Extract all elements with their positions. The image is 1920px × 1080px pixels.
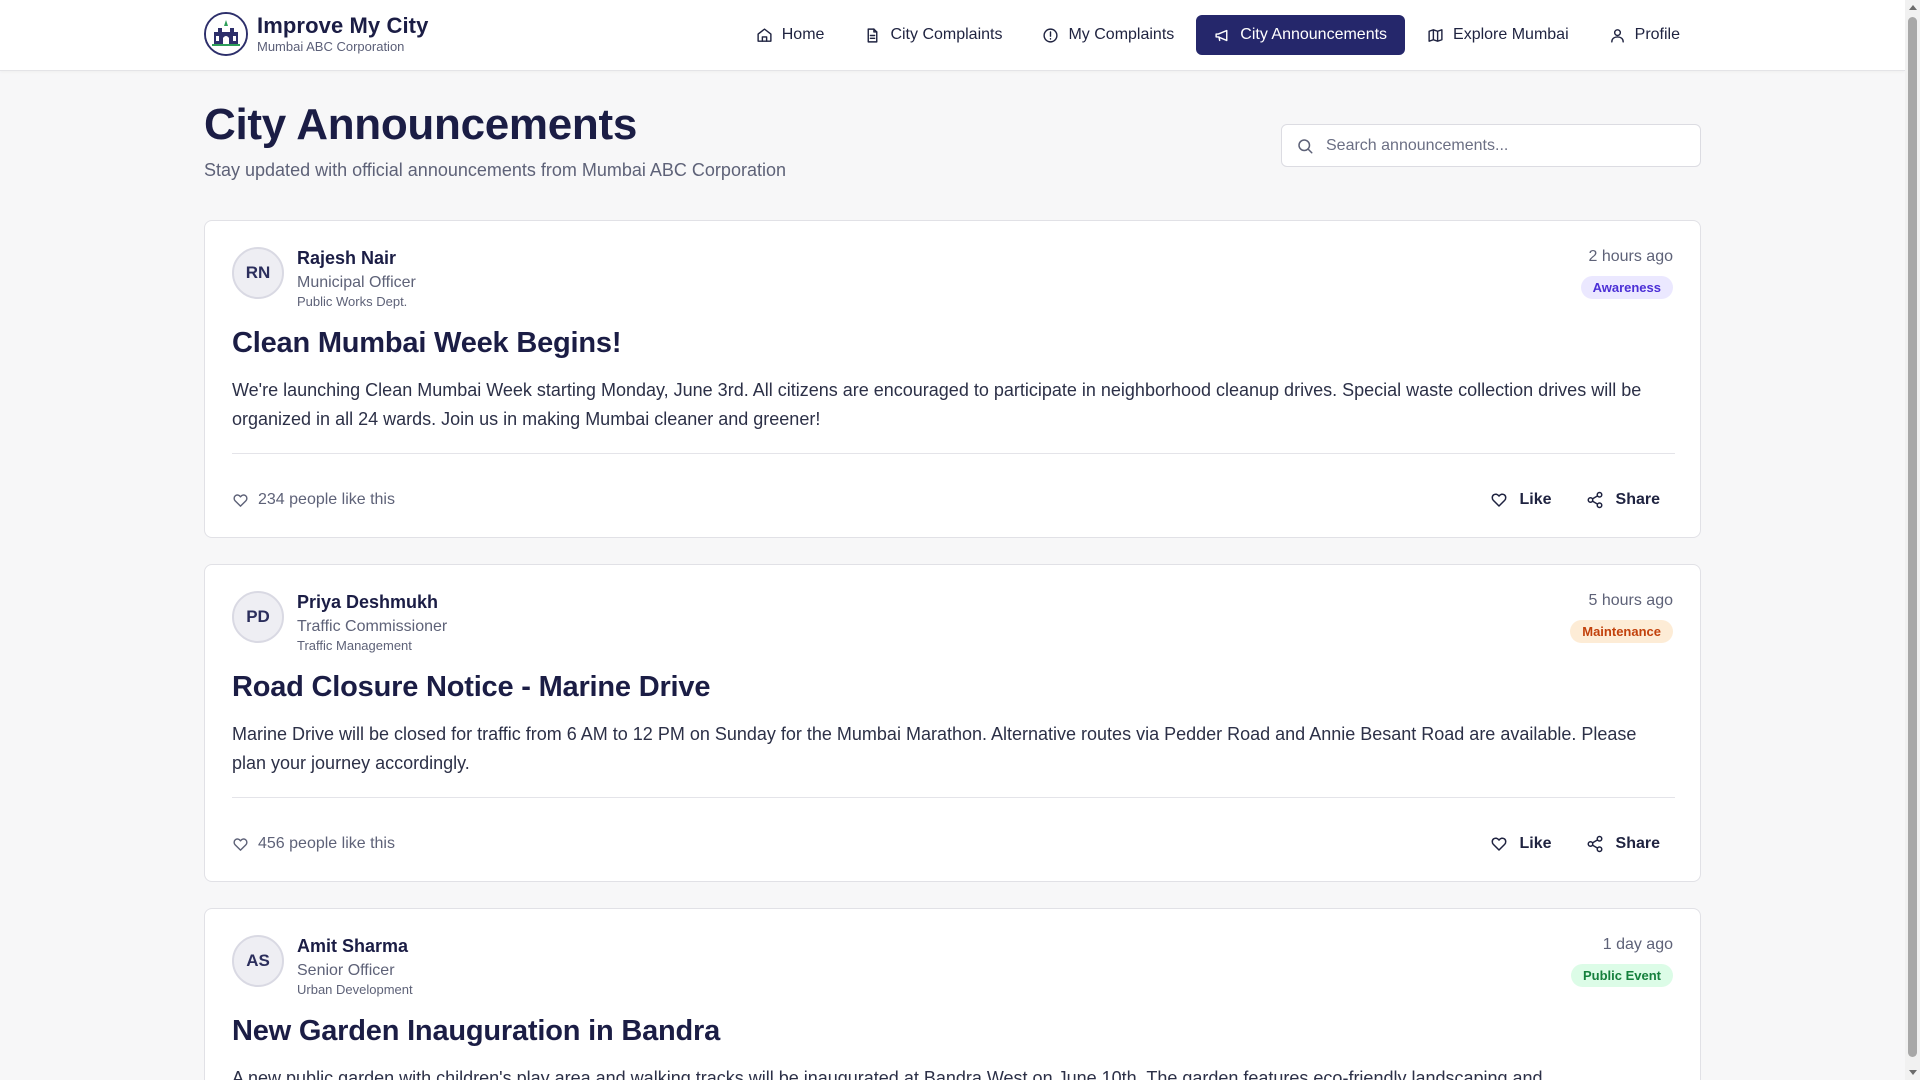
search-box bbox=[1281, 124, 1701, 167]
likes-count: 456 people like this bbox=[232, 835, 395, 853]
announcement-title: Road Closure Notice - Marine Drive bbox=[232, 671, 711, 703]
avatar: RN bbox=[232, 247, 284, 299]
page-scrollbar[interactable] bbox=[1905, 0, 1920, 1080]
announcement-card: RN Rajesh Nair Municipal Officer Public … bbox=[204, 220, 1701, 538]
likes-text: 234 people like this bbox=[258, 491, 395, 508]
divider bbox=[232, 453, 1675, 454]
home-icon bbox=[757, 27, 772, 42]
city-logo-icon bbox=[204, 12, 248, 56]
category-badge: Public Event bbox=[1570, 964, 1673, 987]
like-button[interactable]: Like bbox=[1477, 824, 1565, 864]
nav-city-complaints-label: City Complaints bbox=[890, 26, 1003, 43]
author-department: Public Works Dept. bbox=[297, 294, 408, 309]
document-icon bbox=[867, 27, 878, 43]
category-badge: Awareness bbox=[1580, 276, 1673, 299]
nav-explore-mumbai-label: Explore Mumbai bbox=[1453, 26, 1569, 43]
author-role: Senior Officer bbox=[297, 962, 395, 979]
app-title: Improve My City bbox=[257, 13, 429, 38]
announcement-card: AS Amit Sharma Senior Officer Urban Deve… bbox=[204, 908, 1701, 1080]
brand[interactable]: Improve My City Mumbai ABC Corporation bbox=[204, 12, 428, 56]
like-button[interactable]: Like bbox=[1477, 480, 1565, 520]
heart-icon bbox=[1491, 837, 1506, 851]
map-icon bbox=[1428, 28, 1443, 42]
share-icon bbox=[1587, 835, 1603, 853]
likes-count: 234 people like this bbox=[232, 491, 395, 509]
author-name: Priya Deshmukh bbox=[297, 592, 439, 612]
author-role: Municipal Officer bbox=[297, 274, 416, 291]
divider bbox=[232, 797, 1675, 798]
megaphone-icon bbox=[1215, 29, 1228, 41]
announcement-title: New Garden Inauguration in Bandra bbox=[232, 1015, 721, 1047]
post-time: 1 day ago bbox=[1602, 936, 1673, 953]
page-subtitle: Stay updated with official announcements… bbox=[204, 160, 786, 180]
announcement-body: Marine Drive will be closed for traffic … bbox=[232, 724, 1637, 773]
main-nav: Home City Complaints My Complaints City … bbox=[738, 15, 1698, 55]
post-time: 5 hours ago bbox=[1588, 592, 1673, 609]
alert-circle-icon bbox=[1043, 27, 1059, 43]
author-name: Amit Sharma bbox=[297, 936, 409, 956]
author-department: Traffic Management bbox=[297, 638, 412, 653]
like-label: Like bbox=[1519, 835, 1552, 852]
heart-icon bbox=[233, 837, 248, 851]
nav-profile[interactable]: Profile bbox=[1591, 15, 1698, 55]
share-button[interactable]: Share bbox=[1573, 480, 1673, 520]
scroll-up-icon[interactable] bbox=[1909, 5, 1917, 10]
like-label: Like bbox=[1519, 491, 1552, 508]
announcement-title: Clean Mumbai Week Begins! bbox=[232, 327, 622, 359]
author-role: Traffic Commissioner bbox=[297, 618, 448, 635]
announcement-body: We're launching Clean Mumbai Week starti… bbox=[232, 380, 1642, 429]
scroll-down-icon[interactable] bbox=[1909, 1070, 1917, 1075]
post-time: 2 hours ago bbox=[1588, 248, 1673, 265]
nav-home-label: Home bbox=[781, 26, 825, 43]
nav-my-complaints-label: My Complaints bbox=[1068, 26, 1175, 43]
category-badge: Maintenance bbox=[1570, 620, 1673, 643]
nav-profile-label: Profile bbox=[1634, 26, 1680, 43]
heart-icon bbox=[1491, 493, 1506, 507]
heart-icon bbox=[233, 493, 248, 507]
likes-text: 456 people like this bbox=[258, 835, 395, 852]
avatar: PD bbox=[232, 591, 284, 643]
announcement-body: A new public garden with children's play… bbox=[232, 1068, 1543, 1080]
nav-explore-mumbai[interactable]: Explore Mumbai bbox=[1409, 15, 1587, 55]
author-department: Urban Development bbox=[297, 982, 413, 997]
search-icon bbox=[1298, 138, 1313, 153]
nav-my-complaints[interactable]: My Complaints bbox=[1024, 15, 1192, 55]
scroll-thumb[interactable] bbox=[1908, 17, 1917, 1057]
share-icon bbox=[1587, 491, 1603, 509]
page-title: City Announcements bbox=[204, 100, 638, 149]
author-name: Rajesh Nair bbox=[297, 248, 397, 268]
share-label: Share bbox=[1615, 491, 1660, 508]
nav-city-complaints[interactable]: City Complaints bbox=[846, 15, 1020, 55]
search-input[interactable] bbox=[1326, 136, 1686, 155]
nav-home[interactable]: Home bbox=[738, 15, 843, 55]
nav-city-announcements[interactable]: City Announcements bbox=[1196, 15, 1406, 55]
app-subtitle: Mumbai ABC Corporation bbox=[257, 39, 405, 54]
user-icon bbox=[1610, 28, 1624, 43]
announcement-card: PD Priya Deshmukh Traffic Commissioner T… bbox=[204, 564, 1701, 882]
top-navbar: Improve My City Mumbai ABC Corporation H… bbox=[0, 0, 1905, 71]
share-label: Share bbox=[1615, 835, 1660, 852]
share-button[interactable]: Share bbox=[1573, 824, 1673, 864]
avatar: AS bbox=[232, 935, 284, 987]
nav-city-announcements-label: City Announcements bbox=[1240, 26, 1388, 43]
